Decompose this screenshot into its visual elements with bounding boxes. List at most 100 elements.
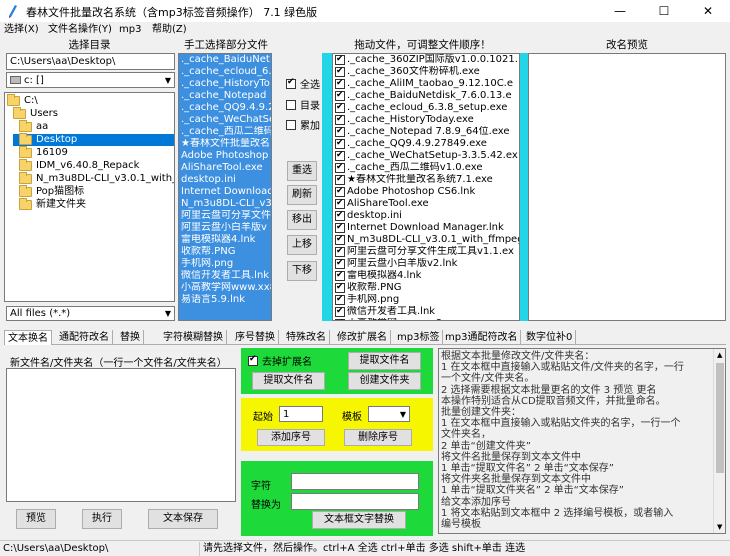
new-names-textarea[interactable] [6, 368, 236, 502]
tree-item-idm[interactable]: IDM_v6.40.8_Repack [19, 159, 139, 172]
manual-list-item[interactable]: ._cache_西瓜二维码 [179, 126, 271, 138]
manual-list-item[interactable]: 手机网.png [179, 258, 271, 270]
checkbox-icon[interactable] [335, 294, 345, 305]
drag-list-item[interactable]: desktop.ini [333, 210, 519, 222]
drag-list-item[interactable]: ._cache_西瓜二维码v1.0.exe [333, 162, 519, 174]
scroll-thumb[interactable] [716, 363, 724, 473]
drag-list-item[interactable]: Internet Download Manager.lnk [333, 222, 519, 234]
manual-list-item[interactable]: 阿里云盘小白羊版v [179, 222, 271, 234]
drag-list-item[interactable]: ._cache_Notepad 7.8.9_64位.exe [333, 126, 519, 138]
tree-item-aa[interactable]: aa [19, 120, 48, 133]
tab-change-ext[interactable]: 修改扩展名 [334, 330, 391, 345]
manual-list-item[interactable]: AliShareTool.exe [179, 162, 271, 174]
tree-item-desktop[interactable]: Desktop [13, 133, 174, 146]
drag-list-item[interactable]: ._cache_BaiduNetdisk_7.6.0.13.e [333, 90, 519, 102]
drag-list-item[interactable]: 收款帮.PNG [333, 282, 519, 294]
path-field[interactable]: C:\Users\aa\Desktop\ [6, 53, 175, 70]
menu-filename-ops[interactable]: 文件名操作(Y) [48, 22, 112, 38]
drag-list-item[interactable]: AliShareTool.exe [333, 198, 519, 210]
manual-list-item[interactable]: ._cache_QQ9.4.9.2 [179, 102, 271, 114]
tab-mp3-tag[interactable]: mp3标签 [394, 330, 444, 345]
drag-list-item[interactable]: ._cache_AliIM_taobao_9.12.10C.e [333, 78, 519, 90]
checkbox-icon[interactable] [335, 78, 345, 89]
tab-mp3-wildcard[interactable]: mp3通配符改名 [442, 330, 522, 345]
tree-item-16109[interactable]: 16109 [19, 146, 68, 159]
manual-list-item[interactable]: 收款帮.PNG [179, 246, 271, 258]
move-up-button[interactable]: 上移 [287, 235, 317, 255]
file-filter-select[interactable]: All files (*.*) ▼ [6, 306, 175, 321]
tree-item-m3u8[interactable]: N_m3u8DL-CLI_v3.0.1_with_ [19, 172, 174, 185]
refresh-button[interactable]: 刷新 [287, 185, 317, 205]
manual-list-item[interactable]: ._cache_WeChatSet [179, 114, 271, 126]
drag-list-item[interactable]: 阿里云盘小白羊版v2.lnk [333, 258, 519, 270]
checkbox-icon[interactable] [335, 114, 345, 125]
template-select[interactable]: ▼ [368, 406, 410, 422]
manual-list-item[interactable]: desktop.ini [179, 174, 271, 186]
checkbox-icon[interactable] [335, 162, 345, 173]
manual-list-item[interactable]: ._cache_HistoryTo [179, 78, 271, 90]
reselect-button[interactable]: 重选 [287, 161, 317, 181]
create-folder-button[interactable]: 创建文件夹 [348, 372, 421, 390]
drag-file-list[interactable]: ._cache_360ZIP国际版v1.0.0.1021.._cache_360… [332, 53, 520, 321]
manual-list-item[interactable]: 微信开发者工具.lnk [179, 270, 271, 282]
delete-sequence-button[interactable]: 删除序号 [344, 429, 412, 446]
checkbox-icon[interactable] [335, 90, 345, 101]
checkbox-icon[interactable] [335, 150, 345, 161]
tree-item-c[interactable]: C:\ [7, 94, 38, 107]
tree-item-users[interactable]: Users [13, 107, 58, 120]
manual-file-list[interactable]: ._cache_BaiduNet ._cache_ecloud_6. ._cache… [178, 53, 272, 321]
drag-list-item[interactable]: N_m3u8DL-CLI_v3.0.1_with_ffmpeg [333, 234, 519, 246]
checkbox-icon[interactable] [335, 306, 345, 317]
drag-list-item[interactable]: ._cache_360ZIP国际版v1.0.0.1021. [333, 54, 519, 66]
checkbox-icon[interactable] [335, 318, 345, 320]
drag-list-item[interactable]: ★春林文件批量改名系统7.1.exe [333, 174, 519, 186]
manual-list-item[interactable]: ._cache_BaiduNet [179, 54, 271, 66]
checkbox-icon[interactable] [335, 234, 345, 245]
checkbox-icon[interactable] [335, 186, 345, 197]
start-input[interactable]: 1 [279, 406, 323, 422]
select-all-checkbox[interactable]: 全选 [286, 76, 320, 91]
manual-list-item[interactable]: 雷电模拟器4.lnk [179, 234, 271, 246]
tab-fuzzy-replace[interactable]: 字符模糊替换 [160, 330, 227, 345]
preview-button[interactable]: 预览 [16, 509, 56, 529]
checkbox-icon[interactable] [335, 54, 345, 65]
manual-list-item[interactable]: 易语言5.9.lnk [179, 294, 271, 306]
maximize-button[interactable]: ☐ [642, 0, 686, 22]
drag-list-item[interactable]: ._cache_WeChatSetup-3.3.5.42.ex [333, 150, 519, 162]
minimize-button[interactable]: — [598, 0, 642, 22]
manual-list-item[interactable]: N_m3u8DL-CLI_v3.0. [179, 198, 271, 210]
extract-filename-button[interactable]: 提取文件名 [348, 352, 421, 370]
directory-tree[interactable]: C:\ Users aa Desktop 16109 IDM_v6.40.8_R… [4, 92, 175, 302]
drag-list-item[interactable]: Adobe Photoshop CS6.lnk [333, 186, 519, 198]
tab-pad-zero[interactable]: 数字位补0 [523, 330, 577, 345]
drag-list-item[interactable]: ._cache_QQ9.4.9.27849.exe [333, 138, 519, 150]
tab-replace[interactable]: 替换 [117, 330, 144, 345]
rename-preview-list[interactable] [528, 53, 726, 321]
tab-wildcard-rename[interactable]: 通配符改名 [56, 330, 113, 345]
add-sequence-button[interactable]: 添加序号 [257, 429, 325, 446]
execute-button[interactable]: 执行 [82, 509, 122, 529]
checkbox-icon[interactable] [335, 66, 345, 77]
tab-seq-replace[interactable]: 序号替换 [232, 330, 279, 345]
remove-ext-checkbox[interactable]: 去掉扩展名 [248, 353, 312, 368]
checkbox-icon[interactable] [335, 102, 345, 113]
checkbox-icon[interactable] [335, 138, 345, 149]
drag-list-item[interactable]: ._cache_HistoryToday.exe [333, 114, 519, 126]
menu-help[interactable]: 帮助(Z) [152, 22, 187, 38]
manual-list-item[interactable]: 阿里云盘可分享文件 [179, 210, 271, 222]
tree-item-newfolder[interactable]: 新建文件夹 [19, 198, 86, 211]
checkbox-icon[interactable] [335, 210, 345, 221]
text-save-button[interactable]: 文本保存 [148, 509, 218, 529]
help-text-box[interactable]: 根据文本批量修改文件/文件夹名： 1 在文本框中直接输入或粘贴文件/文件夹的名字… [438, 348, 726, 534]
tree-item-pop[interactable]: Pop猫图标 [19, 185, 84, 198]
manual-list-item[interactable]: ._cache_Notepad [179, 90, 271, 102]
replace-with-input[interactable] [291, 493, 419, 510]
remove-button[interactable]: 移出 [287, 210, 317, 230]
checkbox-icon[interactable] [335, 126, 345, 137]
checkbox-icon[interactable] [335, 174, 345, 185]
manual-list-item[interactable]: ★春林文件批量改名 [179, 138, 271, 150]
append-checkbox[interactable]: 累加 [286, 117, 320, 132]
checkbox-icon[interactable] [335, 282, 345, 293]
drag-list-item[interactable]: 微信开发者工具.lnk [333, 306, 519, 318]
manual-list-item[interactable]: 小高教学网www.xx8 [179, 282, 271, 294]
